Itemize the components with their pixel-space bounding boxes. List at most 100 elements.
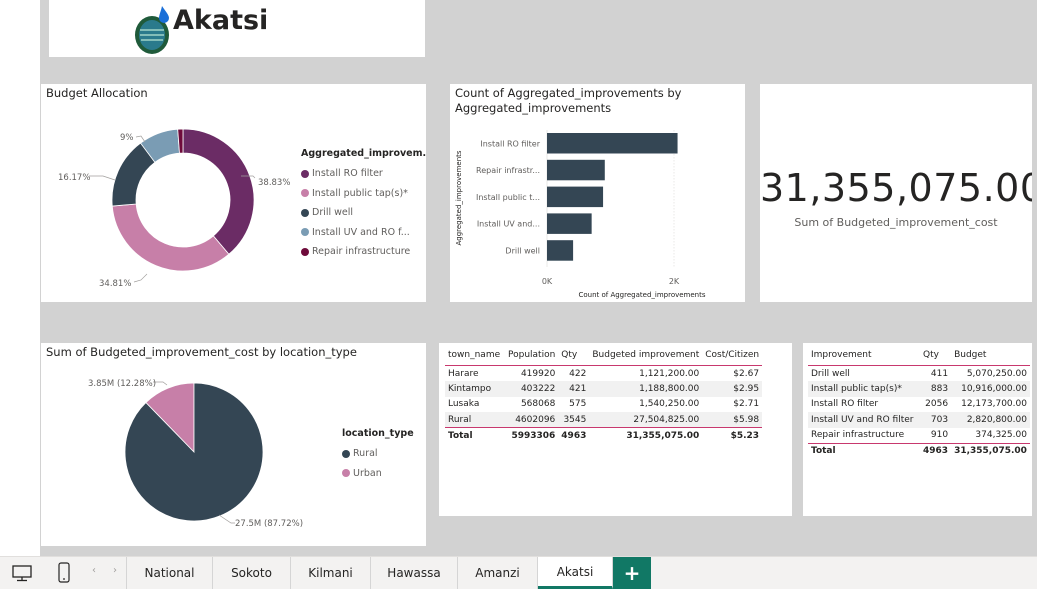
donut-slice-install-public-tap-s[interactable] — [111, 203, 230, 272]
cell-total-qty: 4963 — [558, 427, 590, 443]
cell-town: Lusaka — [448, 399, 480, 410]
budget-allocation-card[interactable]: Budget Allocation 16.17% 9% 38.83% 34.81… — [41, 84, 426, 302]
col-header-improvement[interactable]: Improvement — [808, 347, 920, 366]
cell-total-label: Total — [808, 442, 920, 459]
tab-hawassa[interactable]: Hawassa — [371, 557, 458, 589]
table-total-row[interactable]: Total 5993306 4963 31,355,075.00 $5.23 — [445, 427, 763, 443]
location-pie-chart[interactable]: 3.85M (12.28%) 27.5M (87.72%) — [41, 343, 341, 543]
x-axis-label: Count of Aggregated_improvements — [578, 291, 705, 299]
desktop-view-button[interactable] — [4, 557, 40, 589]
x-tick-2k: 2K — [669, 277, 680, 286]
akatsi-logo-icon — [135, 6, 169, 54]
urban-value-label: 3.85M (12.28%) — [88, 379, 156, 389]
kpi-card[interactable]: 31,355,075.00 Sum of Budgeted_improvemen… — [760, 84, 1032, 302]
legend-label: Drill well — [312, 207, 354, 219]
legend-dot — [342, 469, 350, 478]
cell-qty: 2056 — [925, 399, 949, 410]
cell-town: Rural — [445, 412, 505, 428]
count-bar-chart[interactable]: Install RO filter Repair infrastr... Insta… — [450, 84, 745, 302]
col-header-qty[interactable]: Qty — [558, 347, 589, 366]
table-row[interactable]: Repair infrastructure 910 374,325.00 — [808, 427, 1030, 444]
table-row[interactable]: Install RO filter 2056 12,173,700.00 — [808, 397, 1030, 413]
improvement-table-card[interactable]: Improvement Qty Budget Drill well 411 5,… — [803, 343, 1032, 516]
cell-budget: 5,070,250.00 — [966, 368, 1027, 379]
col-header-cost-citizen[interactable]: Cost/Citizen — [702, 347, 762, 366]
cell-qty: 883 — [920, 381, 952, 397]
y-tick-label-install-public-t: Install public t... — [476, 193, 540, 202]
cell-population: 403222 — [505, 381, 559, 397]
col-header-budgeted[interactable]: Budgeted improvement — [589, 347, 702, 366]
slice-label-ro-filter-pct: 38.83% — [258, 178, 290, 188]
table-header-row: Improvement Qty Budget — [808, 347, 1030, 366]
y-axis-label: Aggregated_improvements — [455, 150, 463, 245]
legend-title: Aggregated_improvem... — [301, 148, 426, 159]
y-tick-label-install-ro-filter: Install RO filter — [480, 139, 540, 148]
cell-qty: 575 — [569, 399, 587, 410]
donut-slice-install-ro-filter[interactable] — [182, 128, 255, 255]
page-tab-bar: ‹ › National Sokoto Kilmani Hawassa Aman… — [0, 556, 1037, 589]
tab-akatsi[interactable]: Akatsi — [538, 557, 613, 589]
bar-repair-infrastr[interactable] — [547, 159, 605, 181]
cell-population: 4602096 — [505, 412, 559, 428]
bar-install-ro-filter[interactable] — [547, 133, 678, 154]
y-tick-label-repair-infrastr: Repair infrastr... — [476, 166, 540, 175]
budget-allocation-legend: Aggregated_improvem... Install RO filter… — [301, 148, 426, 262]
tab-amanzi[interactable]: Amanzi — [458, 557, 538, 589]
legend-dot — [301, 247, 309, 256]
legend-dot — [342, 449, 350, 458]
cell-total-cost: $5.23 — [702, 427, 763, 443]
legend-item-drill-well[interactable]: Drill well — [301, 203, 426, 223]
tab-sokoto[interactable]: Sokoto — [213, 557, 291, 589]
col-header-budget[interactable]: Budget — [951, 347, 1030, 366]
col-header-population[interactable]: Population — [505, 347, 558, 366]
chevron-left-icon: ‹ — [92, 565, 96, 576]
header-title: Akatsi — [173, 5, 269, 36]
location-chart-card[interactable]: Sum of Budgeted_improvement_cost by loca… — [41, 343, 426, 546]
tab-national[interactable]: National — [126, 557, 213, 589]
cell-cost: $2.71 — [733, 399, 760, 410]
slice-label-public-tap-pct: 34.81% — [99, 279, 131, 289]
town-table-card[interactable]: town_name Population Qty Budgeted improv… — [439, 343, 792, 516]
col-header-town[interactable]: town_name — [445, 347, 505, 366]
col-header-qty[interactable]: Qty — [920, 347, 951, 366]
x-tick-0: 0K — [542, 277, 553, 286]
cell-qty: 3545 — [558, 412, 590, 428]
table-row[interactable]: Drill well 411 5,070,250.00 — [808, 366, 1030, 382]
chevron-right-icon: › — [113, 565, 117, 576]
table-header-row: town_name Population Qty Budgeted improv… — [445, 347, 763, 366]
table-row[interactable]: Harare 419920 422 1,121,200.00 $2.67 — [445, 366, 762, 382]
table-total-row[interactable]: Total 4963 31,355,075.00 — [808, 442, 1030, 459]
table-row[interactable]: Kintampo 403222 421 1,188,800.00 $2.95 — [445, 381, 763, 397]
bar-install-public-t[interactable] — [547, 186, 604, 208]
table-row[interactable]: Install public tap(s)* 883 10,916,000.00 — [808, 381, 1030, 397]
bar-install-uv-and[interactable] — [547, 213, 592, 234]
cell-population: 419920 — [520, 368, 556, 379]
scroll-tabs-right-button[interactable]: › — [108, 565, 122, 581]
table-row[interactable]: Install UV and RO filter 703 2,820,800.0… — [808, 412, 1030, 428]
legend-item-rural[interactable]: Rural — [342, 444, 414, 464]
slice-label-uv-ro-pct: 9% — [120, 133, 134, 143]
legend-item-public-tap[interactable]: Install public tap(s)* — [301, 184, 426, 204]
legend-item-repair[interactable]: Repair infrastructure — [301, 242, 426, 262]
pie-slice-rural[interactable] — [124, 382, 264, 522]
legend-item-ro-filter[interactable]: Install RO filter — [301, 164, 426, 184]
legend-item-uv-ro[interactable]: Install UV and RO f... — [301, 223, 426, 243]
tab-kilmani[interactable]: Kilmani — [291, 557, 371, 589]
count-chart-card[interactable]: Count of Aggregated_improvements by Aggr… — [450, 84, 745, 302]
cell-town: Harare — [448, 368, 479, 379]
cell-cost: $2.95 — [702, 381, 763, 397]
cell-improvement: Install UV and RO filter — [808, 412, 920, 428]
legend-dot — [301, 228, 309, 237]
header-card: Akatsi — [49, 0, 425, 57]
scroll-tabs-left-button[interactable]: ‹ — [87, 565, 101, 581]
mobile-view-button[interactable] — [48, 557, 80, 589]
cell-budget: 374,325.00 — [951, 427, 1030, 444]
add-page-button[interactable]: + — [613, 557, 651, 589]
table-row[interactable]: Rural 4602096 3545 27,504,825.00 $5.98 — [445, 412, 763, 428]
legend-item-urban[interactable]: Urban — [342, 464, 414, 484]
legend-label: Install RO filter — [312, 168, 383, 180]
budget-allocation-donut-chart[interactable]: 16.17% 9% 38.83% 34.81% — [41, 92, 331, 302]
cell-qty: 910 — [920, 427, 952, 444]
table-row[interactable]: Lusaka 568068 575 1,540,250.00 $2.71 — [445, 397, 762, 413]
bar-drill-well[interactable] — [547, 240, 574, 261]
